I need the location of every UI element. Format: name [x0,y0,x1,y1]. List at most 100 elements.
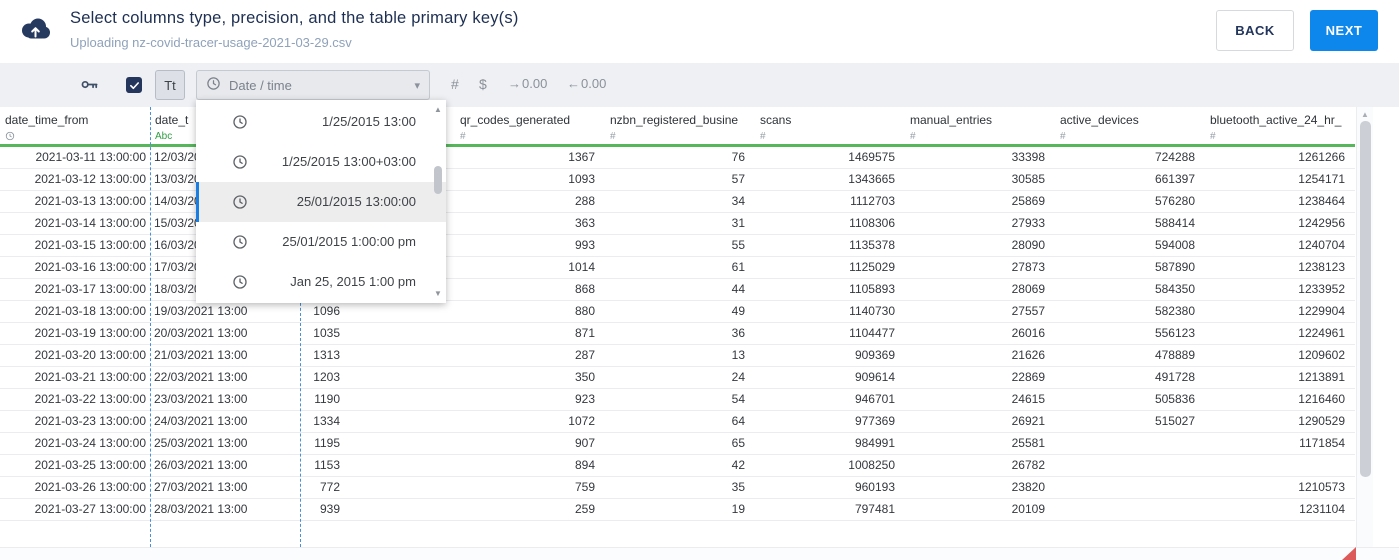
table-cell: 594008 [1154,238,1195,252]
increase-precision-button[interactable]: →0.00 [508,76,547,91]
table-cell: 23820 [1011,480,1045,494]
vertical-scrollbar[interactable]: ▲ [1356,107,1373,547]
table-cell: 20109 [1011,502,1045,516]
table-cell: 1072 [568,414,595,428]
table-cell: 36 [731,326,745,340]
scroll-down-icon[interactable]: ▼ [434,289,442,298]
table-cell: 993 [574,238,595,252]
back-button[interactable]: BACK [1216,10,1294,51]
column-name: active_devices [1060,113,1139,127]
table-cell: 1242956 [1298,216,1345,230]
table-cell: 57 [731,172,745,186]
format-option[interactable]: 25/01/2015 13:00:00 [196,182,446,222]
horizontal-scrollbar[interactable] [0,547,1399,560]
table-row[interactable]: 2021-03-26 13:00:00 27/03/2021 13:00 772 75… [0,477,1355,499]
primary-key-icon[interactable] [80,75,99,99]
table-cell: 49 [731,304,745,318]
table-row[interactable]: 2021-03-23 13:00:00 24/03/2021 13:00 1334 1… [0,411,1355,433]
column-header[interactable]: manual_entries # [910,113,992,143]
table-cell: 946701 [854,392,895,406]
table-cell: 894 [574,458,595,472]
table-cell: 1210573 [1298,480,1345,494]
chevron-down-icon: ▾ [414,79,420,92]
table-cell: 515027 [1154,414,1195,428]
column-type-icon: # [1060,131,1066,142]
selected-column-left-guide [150,107,151,547]
table-cell: 1313 [313,348,340,362]
table-cell: 1238123 [1298,260,1345,274]
format-option[interactable]: 1/25/2015 13:00+03:00 [196,142,446,182]
table-cell: 30585 [1011,172,1045,186]
column-name: date_time_from [5,113,89,127]
decrease-precision-button[interactable]: ←0.00 [567,76,606,91]
vertical-scrollbar-thumb[interactable] [1360,121,1371,477]
table-cell: 1140730 [849,304,895,318]
clock-icon [232,234,248,255]
table-cell: 1104477 [849,326,895,340]
column-name: qr_codes_generated [460,113,571,127]
column-type-icon: # [1210,131,1216,142]
dropdown-scrollbar[interactable]: ▲ ▼ [431,102,445,301]
format-option[interactable]: Jan 25, 2015 1:00 pm [196,262,446,302]
table-cell: 24615 [1011,392,1045,406]
table-row[interactable]: 2021-03-21 13:00:00 22/03/2021 13:00 1203 3… [0,367,1355,389]
text-type-button[interactable]: Tt [155,70,185,100]
table-row[interactable]: 2021-03-18 13:00:00 19/03/2021 13:00 1096 8… [0,301,1355,323]
dropdown-scrollbar-thumb[interactable] [434,166,442,194]
table-cell: 880 [574,304,595,318]
column-type-icon [5,131,88,143]
table-cell: 1216460 [1298,392,1345,406]
table-cell: 1209602 [1298,348,1345,362]
table-cell: 2021-03-12 13:00:00 [34,172,146,186]
table-cell: 1112703 [850,194,895,208]
table-cell: 1035 [313,326,340,340]
table-row[interactable]: 2021-03-19 13:00:00 20/03/2021 13:00 1035 8… [0,323,1355,345]
table-cell: 13 [731,348,745,362]
scroll-up-icon[interactable]: ▲ [1361,110,1369,119]
table-row[interactable]: 2021-03-22 13:00:00 23/03/2021 13:00 1190 9… [0,389,1355,411]
table-cell: 923 [574,392,595,406]
column-header[interactable]: scans # [760,113,791,143]
scroll-up-icon[interactable]: ▲ [434,105,442,114]
table-cell: 984991 [854,436,895,450]
column-name: nzbn_registered_busine [610,113,739,127]
arrow-right-icon: → [508,76,521,91]
column-header[interactable]: nzbn_registered_busine # [610,113,738,143]
include-column-checkbox[interactable] [126,77,142,93]
table-cell: 1096 [313,304,340,318]
table-cell [1055,455,1195,477]
table-row[interactable]: 2021-03-24 13:00:00 25/03/2021 13:00 1195 9… [0,433,1355,455]
column-header[interactable]: date_t Abc [155,113,188,143]
table-row[interactable]: 2021-03-25 13:00:00 26/03/2021 13:00 1153 8… [0,455,1355,477]
table-cell: 1238464 [1298,194,1345,208]
column-header[interactable]: bluetooth_active_24_hr_ # [1210,113,1341,143]
table-cell: 661397 [1154,172,1195,186]
column-type-icon: # [910,131,916,142]
table-cell: 1190 [314,392,340,406]
column-header[interactable]: qr_codes_generated # [460,113,570,143]
table-cell: 2021-03-11 13:00:00 [35,150,146,164]
format-option-label: 1/25/2015 13:00 [322,114,416,129]
table-row[interactable]: 2021-03-27 13:00:00 28/03/2021 13:00 939 25… [0,499,1355,521]
next-button[interactable]: NEXT [1310,10,1378,51]
number-type-button[interactable]: # [451,76,459,92]
column-name: date_t [155,113,189,127]
table-cell: 27557 [1011,304,1045,318]
format-option[interactable]: 1/25/2015 13:00 [196,102,446,142]
table-cell: 1171854 [1299,436,1345,450]
table-cell: 350 [574,370,595,384]
format-option[interactable]: 25/01/2015 1:00:00 pm [196,222,446,262]
table-row[interactable]: 2021-03-20 13:00:00 21/03/2021 13:00 1313 2… [0,345,1355,367]
csv-upload-wizard: Select columns type, precision, and the … [0,0,1399,560]
column-header[interactable]: active_devices # [1060,113,1139,143]
table-cell: 1290529 [1298,414,1345,428]
format-option-label: 25/01/2015 13:00:00 [296,194,416,209]
currency-type-button[interactable]: $ [479,76,487,92]
column-type-select[interactable]: Date / time ▾ [196,70,430,100]
table-cell: 1203 [313,370,340,384]
table-cell: 772 [319,480,340,494]
table-cell: 1240704 [1298,238,1345,252]
table-cell: 1229904 [1298,304,1345,318]
column-header[interactable]: date_time_from [5,113,88,143]
table-cell: 1014 [568,260,595,274]
